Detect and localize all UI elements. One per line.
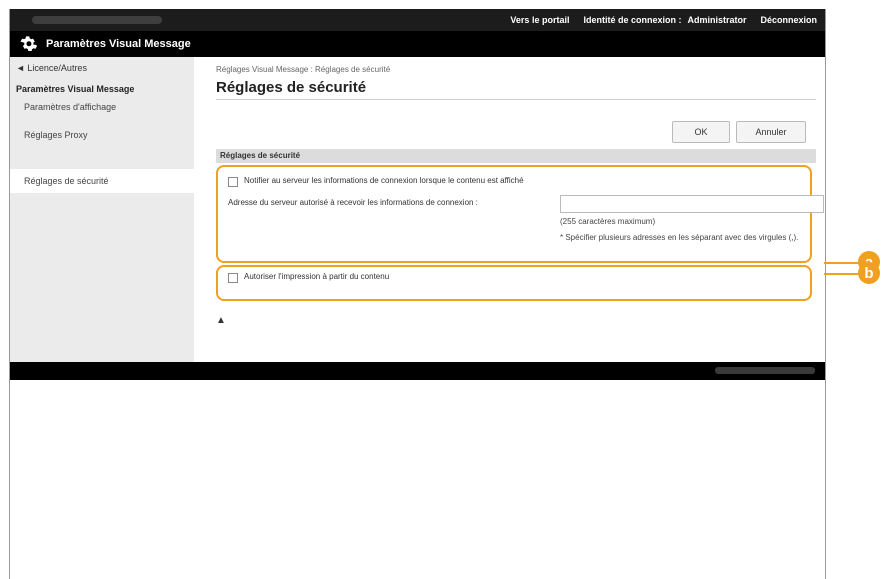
blurred-copyright [715, 367, 815, 374]
page-title: Réglages de sécurité [216, 79, 367, 96]
callout-a-line [824, 262, 860, 264]
breadcrumb: Réglages Visual Message : Réglages de sé… [216, 65, 391, 74]
notify-server-label: Notifier au serveur les informations de … [244, 176, 524, 185]
cancel-button[interactable]: Annuler [736, 121, 806, 143]
logout-link[interactable]: Déconnexion [760, 15, 817, 25]
allow-print-checkbox[interactable] [228, 273, 238, 283]
top-links: Vers le portail Identité de connexion : … [510, 9, 817, 31]
sidebar-item-security-settings[interactable]: Réglages de sécurité [10, 169, 194, 193]
portal-link[interactable]: Vers le portail [510, 15, 569, 25]
sidebar-group-title: Paramètres Visual Message [16, 84, 135, 94]
multiple-addresses-note: * Spécifier plusieurs adresses en les sé… [560, 233, 799, 242]
ok-button[interactable]: OK [672, 121, 730, 143]
max-chars-note: (255 caractères maximum) [560, 217, 656, 226]
connection-info-group: Notifier au serveur les informations de … [216, 165, 824, 263]
sidebar-item-display-settings[interactable]: Paramètres d'affichage [24, 102, 116, 112]
footer-bar [10, 362, 825, 380]
top-bar: Vers le portail Identité de connexion : … [10, 9, 825, 31]
allow-print-label: Autoriser l'impression à partir du conte… [244, 272, 390, 281]
sidebar: ◄ Licence/Autres Paramètres Visual Messa… [10, 57, 194, 362]
main-content: Réglages Visual Message : Réglages de sé… [194, 57, 825, 362]
notify-server-checkbox[interactable] [228, 177, 238, 187]
browser-frame: Vers le portail Identité de connexion : … [9, 9, 826, 579]
callout-b-line [824, 273, 860, 275]
callout-b-badge: b [858, 262, 880, 284]
blurred-device-name [32, 16, 162, 24]
server-address-label: Adresse du serveur autorisé à recevoir l… [228, 198, 478, 207]
app-title: Paramètres Visual Message [46, 38, 191, 50]
print-permission-group: Autoriser l'impression à partir du conte… [216, 265, 812, 301]
server-address-input[interactable] [560, 195, 824, 213]
title-divider [216, 99, 816, 100]
back-to-top-icon[interactable]: ▲ [216, 315, 226, 326]
app-title-bar: Paramètres Visual Message [10, 31, 825, 57]
back-link-licence[interactable]: ◄ Licence/Autres [16, 63, 87, 73]
user-name: Administrator [687, 15, 747, 25]
sidebar-item-label: Réglages de sécurité [24, 176, 109, 186]
section-header: Réglages de sécurité [216, 149, 816, 163]
login-identity-label: Identité de connexion : [583, 15, 682, 25]
gear-icon [20, 36, 38, 52]
sidebar-item-proxy-settings[interactable]: Réglages Proxy [24, 130, 88, 140]
